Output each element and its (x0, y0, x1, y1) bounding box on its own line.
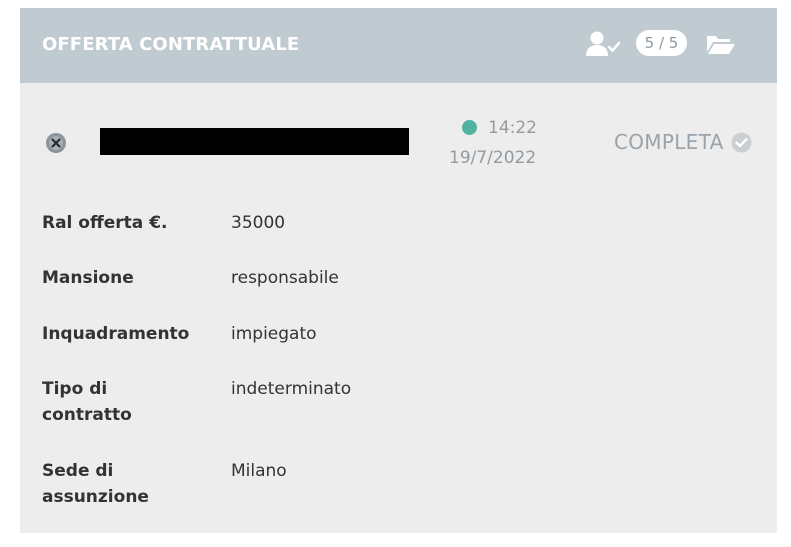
timestamp-time: 14:22 (488, 118, 537, 138)
field-value-tipo-contratto: indeterminato (231, 379, 352, 399)
field-label-inquadramento: Inquadramento (42, 324, 190, 344)
field-value-inquadramento: impiegato (231, 324, 317, 344)
field-value-ral: 35000 (231, 213, 286, 233)
field-label-mansione: Mansione (42, 268, 134, 288)
field-label-tipo-contratto: Tipo di contratto (42, 379, 132, 425)
field-value-sede-assunzione: Milano (231, 461, 287, 481)
timestamp-date: 19/7/2022 (449, 148, 537, 168)
field-label-ral: Ral offerta €. (42, 213, 168, 233)
remove-circle-icon[interactable] (45, 132, 67, 154)
contract-offer-card: OFFERTA CONTRATTUALE 5 / 5 14:22 19/7/20… (20, 8, 777, 533)
redacted-candidate-name (100, 128, 409, 155)
online-status-dot (462, 120, 477, 135)
user-check-icon[interactable] (585, 30, 621, 58)
field-label-sede-assunzione: Sede di assunzione (42, 461, 149, 507)
count-badge: 5 / 5 (636, 30, 687, 56)
folder-open-icon[interactable] (706, 32, 736, 56)
card-header: OFFERTA CONTRATTUALE 5 / 5 (20, 8, 777, 83)
status-label: COMPLETA (614, 130, 724, 154)
card-title: OFFERTA CONTRATTUALE (42, 34, 300, 55)
field-value-mansione: responsabile (231, 268, 339, 288)
check-circle-icon (731, 132, 752, 153)
